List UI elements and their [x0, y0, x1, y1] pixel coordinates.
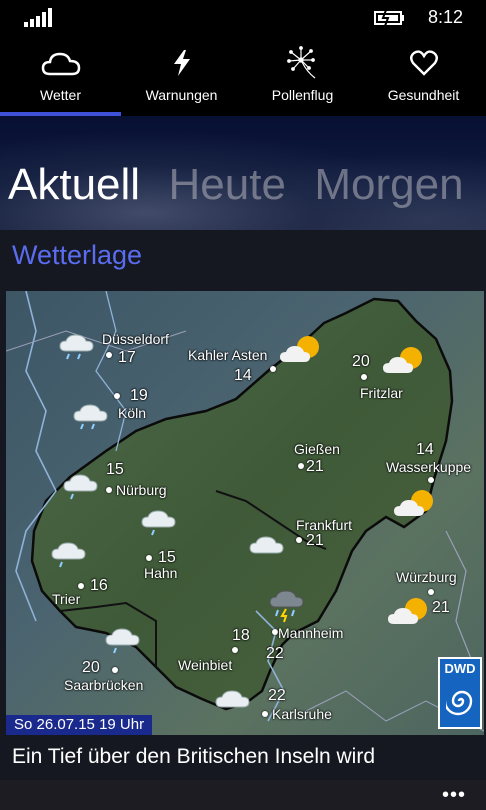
location-name: Mannheim	[278, 625, 344, 641]
location-dot	[428, 589, 434, 595]
nav-item-wetter[interactable]: Wetter	[0, 36, 121, 116]
status-bar: 8:12	[0, 0, 486, 36]
location-dot	[112, 667, 118, 673]
section-title: Wetterlage	[12, 240, 143, 270]
location-dot	[361, 374, 367, 380]
map-timestamp: So 26.07.15 19 Uhr	[6, 715, 153, 735]
location-name: Köln	[118, 405, 147, 421]
location-temp: 17	[118, 349, 136, 366]
pivot-tabs: Aktuell Heute Morgen	[8, 160, 486, 220]
location-temp: 18	[232, 627, 250, 644]
location-dot	[296, 537, 302, 543]
location-name: Weinbiet	[178, 657, 233, 673]
sun-cloud-icon	[280, 336, 319, 362]
sun-cloud-icon	[383, 347, 422, 373]
location-dot	[106, 487, 112, 493]
location-dot	[106, 352, 112, 358]
location-temp: 14	[234, 367, 252, 384]
cloud-icon	[249, 536, 284, 554]
more-options-button[interactable]: •••	[442, 784, 466, 807]
location-temp: 21	[306, 532, 324, 549]
cloud-icon	[215, 690, 250, 708]
weather-map[interactable]: Düsseldorf 17 Kahler Asten 14 20 Fritzla…	[6, 291, 484, 735]
location-name: Nürburg	[116, 482, 167, 498]
cloud-rain-icon	[59, 334, 94, 360]
sun-cloud-icon	[394, 490, 433, 516]
sun-cloud-icon	[388, 598, 427, 624]
location-name: Düsseldorf	[102, 331, 169, 347]
location-dot	[262, 711, 268, 717]
nav-label-gesundheit: Gesundheit	[387, 87, 460, 103]
location-temp: 21	[432, 599, 450, 616]
tab-aktuell[interactable]: Aktuell	[8, 160, 140, 210]
weather-description: Ein Tief über den Britischen Inseln wird	[12, 745, 376, 768]
location-name: Würzburg	[396, 569, 457, 585]
location-dot	[428, 477, 434, 483]
nav-label-pollenflug: Pollenflug	[271, 87, 334, 103]
dwd-logo-text: DWD	[444, 661, 476, 676]
location-name: Trier	[52, 591, 81, 607]
location-name: Fritzlar	[360, 385, 403, 401]
location-dot	[114, 393, 120, 399]
location-dot	[298, 463, 304, 469]
location-name: Hahn	[144, 565, 178, 581]
location-name: Frankfurt	[296, 517, 353, 533]
location-temp: 19	[130, 387, 148, 404]
nav-item-pollenflug[interactable]: Pollenflug	[242, 36, 363, 116]
location-dot	[146, 555, 152, 561]
signal-strength-icon	[24, 8, 52, 27]
location-temp: 14	[416, 441, 434, 458]
location-dot	[270, 366, 276, 372]
cloud-rain-icon	[63, 474, 98, 500]
cloud-rain-icon	[141, 510, 176, 536]
location-temp: 16	[90, 577, 108, 594]
dwd-logo: DWD	[438, 657, 482, 729]
tab-heute[interactable]: Heute	[169, 160, 286, 210]
location-name: Kahler Asten	[188, 347, 268, 363]
app-bar: •••	[0, 780, 486, 810]
location-temp: 20	[82, 659, 100, 676]
location-dot	[78, 583, 84, 589]
location-name: Karlsruhe	[272, 706, 332, 722]
top-navigation: Wetter Warnungen Pollenflug Gesundheit	[0, 36, 486, 116]
thunderstorm-icon	[269, 590, 304, 623]
cloud-rain-icon	[73, 404, 108, 430]
dandelion-icon	[286, 46, 315, 79]
nav-item-gesundheit[interactable]: Gesundheit	[363, 36, 484, 116]
dwd-swirl-icon	[446, 690, 473, 716]
location-name: Gießen	[294, 441, 340, 457]
location-name: Wasserkuppe	[386, 459, 472, 475]
nav-label-warnungen: Warnungen	[145, 87, 218, 103]
nav-label-wetter: Wetter	[40, 87, 81, 103]
location-dot	[232, 647, 238, 653]
cloud-icon	[41, 52, 80, 76]
battery-charging-icon	[374, 9, 404, 27]
tab-morgen[interactable]: Morgen	[314, 160, 463, 210]
location-temp: 22	[266, 645, 284, 662]
location-temp: 21	[306, 458, 324, 475]
location-temp: 15	[106, 461, 124, 478]
location-name: Saarbrücken	[64, 677, 144, 693]
clock: 8:12	[428, 7, 464, 27]
cloud-rain-icon	[51, 542, 86, 568]
location-temp: 20	[352, 353, 370, 370]
heart-icon	[409, 50, 438, 76]
lightning-icon	[173, 50, 190, 76]
location-temp: 22	[268, 687, 286, 704]
nav-item-warnungen[interactable]: Warnungen	[121, 36, 242, 116]
cloud-rain-icon	[105, 628, 140, 654]
